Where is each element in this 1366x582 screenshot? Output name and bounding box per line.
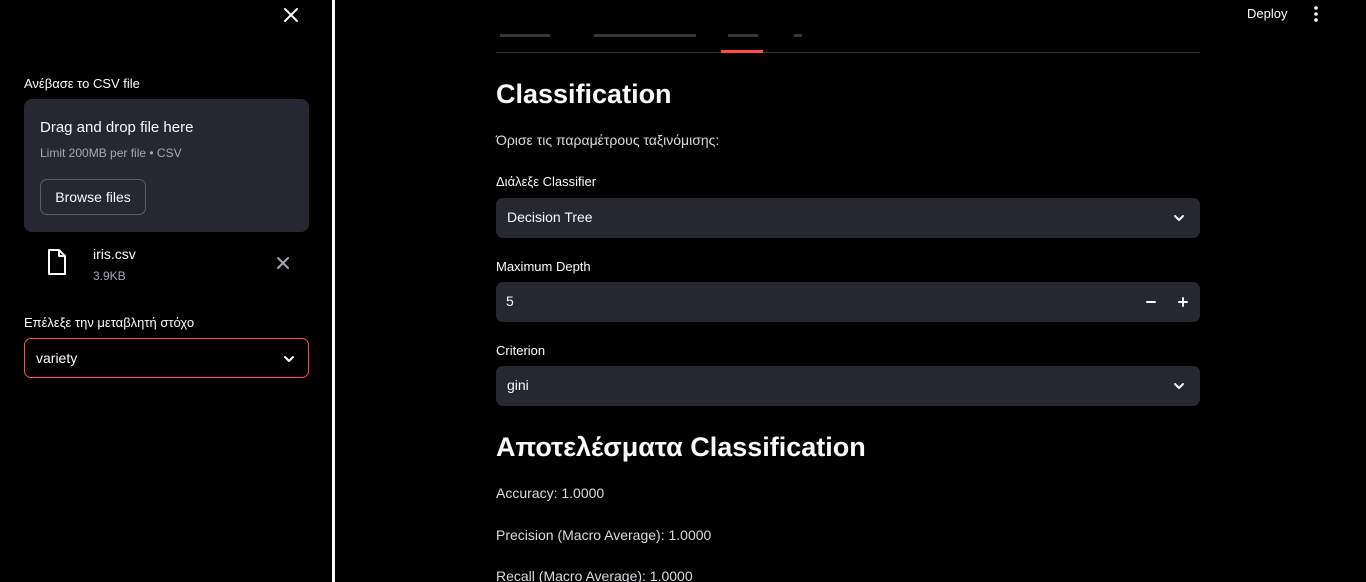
chevron-down-icon <box>1172 379 1186 393</box>
active-tab-indicator <box>721 50 763 53</box>
precision-text: Precision (Macro Average): 1.0000 <box>496 527 712 543</box>
criterion-select[interactable]: gini <box>496 366 1200 406</box>
file-size: 3.9KB <box>93 269 126 283</box>
chevron-down-icon <box>1172 211 1186 225</box>
tab-partial[interactable] <box>594 34 696 37</box>
file-name: iris.csv <box>93 246 136 262</box>
classifier-value: Decision Tree <box>507 209 593 225</box>
chevron-down-icon <box>282 352 296 366</box>
intro-text: Όρισε τις παραμέτρους ταξινόμισης: <box>496 132 720 148</box>
file-icon <box>46 248 68 276</box>
sidebar-divider <box>332 0 335 582</box>
dropzone-title: Drag and drop file here <box>40 119 194 136</box>
accuracy-text: Accuracy: 1.0000 <box>496 485 605 501</box>
tab-partial[interactable] <box>500 34 550 37</box>
file-dropzone[interactable]: Drag and drop file here Limit 200MB per … <box>24 99 309 232</box>
kebab-menu-icon[interactable] <box>1309 5 1323 23</box>
dropzone-subtitle: Limit 200MB per file • CSV <box>40 146 182 160</box>
target-variable-select[interactable]: variety <box>24 338 309 378</box>
target-variable-value: variety <box>36 350 78 366</box>
recall-text: Recall (Macro Average): 1.0000 <box>496 568 693 582</box>
app-root: Ανέβασε το CSV file Drag and drop file h… <box>0 0 1366 582</box>
uploaded-file-row: iris.csv 3.9KB <box>24 242 309 286</box>
remove-file-icon[interactable] <box>274 254 292 272</box>
close-icon[interactable] <box>280 4 302 26</box>
increment-icon[interactable] <box>1169 288 1197 316</box>
classifier-label: Διάλεξε Classifier <box>496 174 597 189</box>
upload-label: Ανέβασε το CSV file <box>24 76 140 91</box>
tabs-divider <box>496 52 1200 53</box>
max-depth-label: Maximum Depth <box>496 259 591 274</box>
results-title: Αποτελέσματα Classification <box>496 432 866 462</box>
max-depth-value: 5 <box>506 293 514 309</box>
decrement-icon[interactable] <box>1137 288 1165 316</box>
classifier-select[interactable]: Decision Tree <box>496 198 1200 238</box>
tab-partial[interactable] <box>794 34 802 37</box>
section-title: Classification <box>496 79 672 109</box>
criterion-label: Criterion <box>496 343 546 358</box>
criterion-value: gini <box>507 377 529 393</box>
sidebar: Ανέβασε το CSV file Drag and drop file h… <box>0 0 332 582</box>
browse-files-button[interactable]: Browse files <box>40 179 146 215</box>
tab-partial[interactable] <box>728 34 758 37</box>
main-content: Classification Όρισε τις παραμέτρους ταξ… <box>496 0 1200 582</box>
max-depth-input[interactable]: 5 <box>496 282 1200 322</box>
deploy-button[interactable]: Deploy <box>1247 6 1287 21</box>
target-variable-label: Επέλεξε την μεταβλητή στόχο <box>24 315 195 330</box>
